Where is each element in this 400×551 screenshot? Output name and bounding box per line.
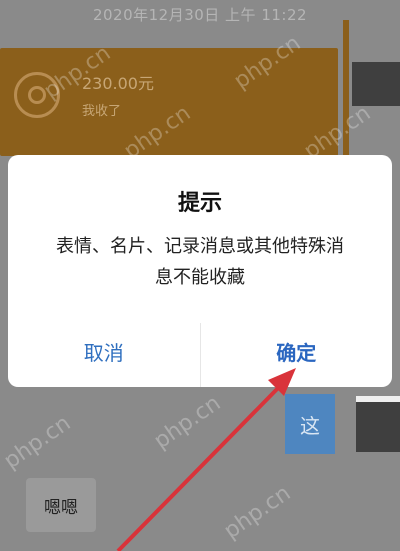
annotation-arrow — [116, 368, 296, 551]
arrow-shaft — [116, 380, 286, 551]
